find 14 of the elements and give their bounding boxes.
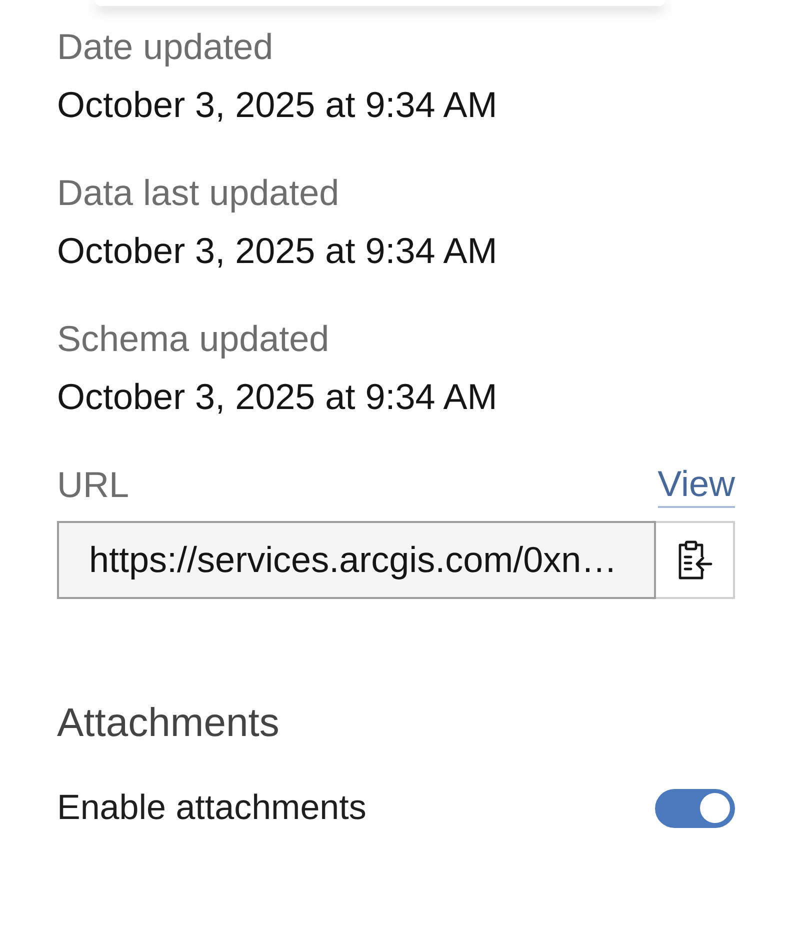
field-label: Schema updated — [57, 318, 330, 360]
copy-button[interactable] — [656, 521, 735, 599]
view-link[interactable]: View — [658, 464, 735, 508]
field-value: October 3, 2025 at 9:34 AM — [57, 230, 498, 272]
clipboard-icon — [676, 540, 712, 580]
field-label: Date updated — [57, 26, 274, 68]
toggle-switch[interactable] — [655, 788, 735, 828]
field-value: October 3, 2025 at 9:34 AM — [57, 376, 498, 418]
field-value: October 3, 2025 at 9:34 AM — [57, 84, 498, 126]
field-label: URL — [57, 464, 130, 506]
setting-label: Enable attachments — [57, 788, 366, 828]
field-label: Data last updated — [57, 172, 340, 214]
section-heading: Attachments — [57, 701, 280, 745]
url-field[interactable]: https://services.arcgis.com/0xn… — [57, 521, 656, 599]
